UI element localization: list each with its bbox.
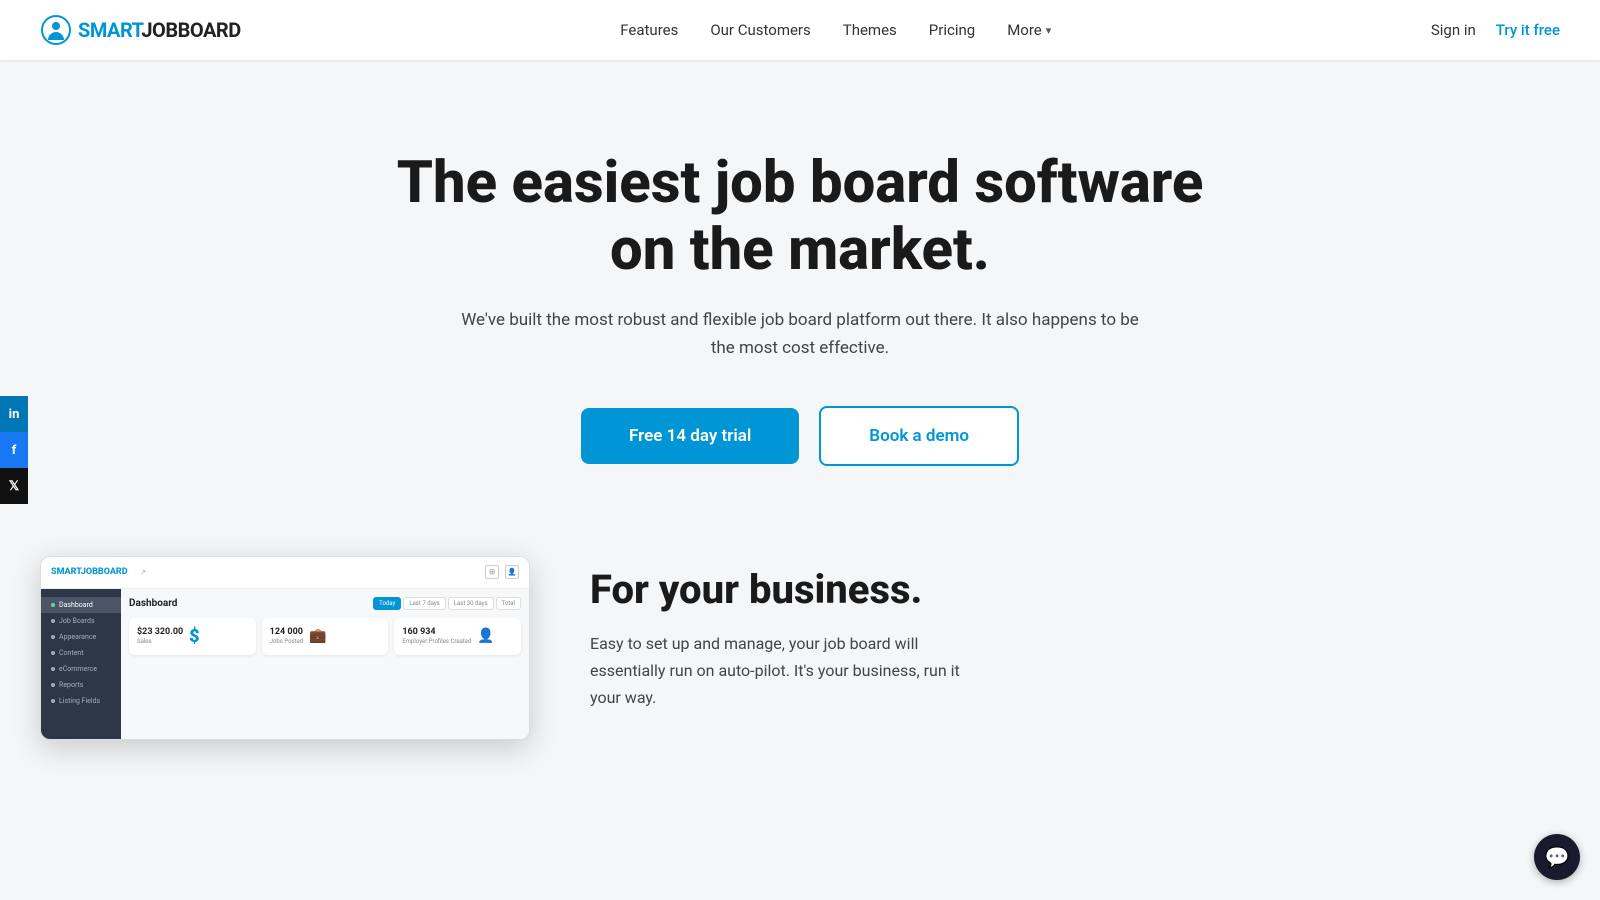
business-description: Easy to set up and manage, your job boar… <box>590 630 970 712</box>
sidebar-item-appearance[interactable]: Appearance <box>41 629 121 645</box>
sidebar-item-reports[interactable]: Reports <box>41 677 121 693</box>
nav-themes[interactable]: Themes <box>843 21 897 39</box>
dashboard-grid-icon[interactable]: ⊞ <box>485 565 499 579</box>
dashboard-user-icon[interactable]: 👤 <box>505 565 519 579</box>
dashboard-title: Dashboard <box>129 598 177 609</box>
logo[interactable]: SMARTJOBBOARD <box>40 14 241 46</box>
stat-sales-label: Sales <box>137 638 183 645</box>
hero-section: The easiest job board software on the ma… <box>0 60 1600 526</box>
stat-sales-value: $23 320.00 <box>137 627 183 637</box>
dashboard-tabs: Today Last 7 days Last 30 days Total <box>373 597 521 610</box>
sidebar-item-dashboard[interactable]: Dashboard <box>41 597 121 613</box>
user-profile-icon: 👤 <box>477 628 494 644</box>
try-free-link[interactable]: Try it free <box>1496 21 1560 39</box>
linkedin-button[interactable]: in <box>0 396 28 432</box>
hero-buttons: Free 14 day trial Book a demo <box>40 406 1560 466</box>
sidebar-item-job-boards[interactable]: Job Boards <box>41 613 121 629</box>
sidebar-item-content[interactable]: Content <box>41 645 121 661</box>
chevron-down-icon: ▾ <box>1046 24 1052 37</box>
stat-jobs: 124 000 Jobs Posted 💼 <box>262 618 389 655</box>
nav-pricing[interactable]: Pricing <box>929 21 975 39</box>
sidebar-item-ecommerce[interactable]: eCommerce <box>41 661 121 677</box>
nav-our-customers[interactable]: Our Customers <box>710 21 810 39</box>
chat-icon: 💬 <box>1545 845 1570 869</box>
main-nav: Features Our Customers Themes Pricing Mo… <box>620 21 1051 39</box>
dashboard-main-header: Dashboard Today Last 7 days Last 30 days… <box>129 597 521 610</box>
linkedin-icon: in <box>9 407 20 422</box>
dashboard-main: Dashboard Today Last 7 days Last 30 days… <box>121 589 529 739</box>
dashboard-topbar: SMARTJOBBOARD ↗ ⊞ 👤 <box>41 557 529 589</box>
free-trial-button[interactable]: Free 14 day trial <box>581 408 799 464</box>
stat-profiles-value: 160 934 <box>402 627 471 637</box>
dashboard-mock: SMARTJOBBOARD ↗ ⊞ 👤 Dashboard <box>40 556 530 740</box>
hero-subtitle: We've built the most robust and flexible… <box>450 307 1150 361</box>
twitter-button[interactable]: 𝕏 <box>0 468 28 504</box>
business-section: For your business. Easy to set up and ma… <box>590 546 1560 712</box>
hero-title: The easiest job board software on the ma… <box>370 150 1230 283</box>
twitter-icon: 𝕏 <box>9 479 19 494</box>
briefcase-icon: 💼 <box>309 628 326 644</box>
book-demo-button[interactable]: Book a demo <box>819 406 1019 466</box>
nav-more[interactable]: More ▾ <box>1007 21 1051 39</box>
nav-features[interactable]: Features <box>620 21 678 39</box>
dashboard-topbar-icons: ⊞ 👤 <box>485 565 519 579</box>
sign-in-link[interactable]: Sign in <box>1431 21 1476 39</box>
tab-today[interactable]: Today <box>373 597 401 610</box>
logo-icon <box>40 14 72 46</box>
facebook-button[interactable]: f <box>0 432 28 468</box>
dashboard-logo: SMARTJOBBOARD <box>51 567 128 577</box>
business-title: For your business. <box>590 566 1560 614</box>
tab-last7[interactable]: Last 7 days <box>403 597 445 610</box>
dashboard-stats: $23 320.00 Sales $ 124 000 Jobs Posted 💼 <box>129 618 521 655</box>
logo-text: SMARTJOBBOARD <box>78 18 241 42</box>
stat-sales: $23 320.00 Sales $ <box>129 618 256 655</box>
tab-total[interactable]: Total <box>496 597 521 610</box>
social-sidebar: in f 𝕏 <box>0 396 28 504</box>
stat-profiles: 160 934 Employer Profiles Created 👤 <box>394 618 521 655</box>
stat-jobs-value: 124 000 <box>270 627 303 637</box>
dashboard-body: Dashboard Job Boards Appearance Content <box>41 589 529 739</box>
chat-widget[interactable]: 💬 <box>1534 834 1580 880</box>
tab-last30[interactable]: Last 30 days <box>448 597 494 610</box>
stat-jobs-label: Jobs Posted <box>270 638 303 645</box>
dashboard-sidebar: Dashboard Job Boards Appearance Content <box>41 589 121 739</box>
stat-profiles-label: Employer Profiles Created <box>402 638 471 645</box>
header: SMARTJOBBOARD Features Our Customers The… <box>0 0 1600 60</box>
facebook-icon: f <box>12 443 17 458</box>
header-actions: Sign in Try it free <box>1431 21 1560 39</box>
dollar-icon: $ <box>189 626 199 647</box>
dashboard-screenshot: SMARTJOBBOARD ↗ ⊞ 👤 Dashboard <box>40 556 530 740</box>
below-hero-section: SMARTJOBBOARD ↗ ⊞ 👤 Dashboard <box>0 526 1600 740</box>
sidebar-item-listing-fields[interactable]: Listing Fields <box>41 693 121 709</box>
